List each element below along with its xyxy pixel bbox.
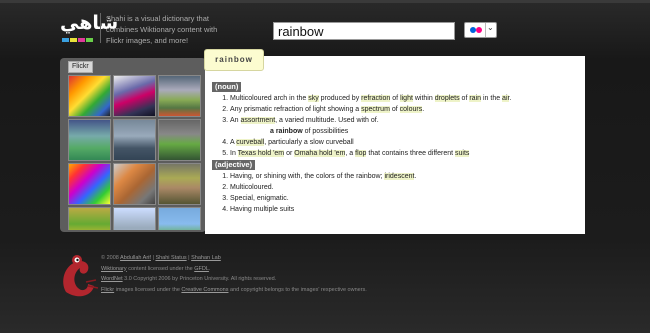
def-text: of [389,106,400,113]
thumbnail[interactable] [158,207,201,230]
image-source-selector[interactable]: ⌄ [464,22,497,38]
def-text: produced by [318,95,362,102]
footer-link[interactable]: WordNet [101,276,123,282]
def-text: . [509,95,512,102]
chevron-down-icon: ⌄ [487,23,494,32]
footer-link[interactable]: Shahi Status [155,255,186,261]
logo-bar-blue [62,38,69,42]
footer-link[interactable]: Shahan Lab [191,255,221,261]
noun-definitions: Multicoloured arch in the sky produced b… [212,93,582,159]
adjective-definitions: Having, or shining with, the colors of t… [212,171,582,215]
thumbnail[interactable] [68,119,111,161]
footer-link[interactable]: Flickr [101,287,114,293]
def-text: , particularly a slow curveball [264,139,354,146]
definitions: (noun) Multicoloured arch in the sky pro… [212,82,582,216]
thumbnail[interactable] [68,163,111,205]
def-text: Any prismatic refraction of light showin… [230,106,362,113]
footer-text: 3.0 Copyright 2006 by Princeton Universi… [122,276,277,282]
definition-item: Special, enigmatic. [230,193,582,204]
top-border [0,0,650,3]
definition-item: Multicoloured. [230,182,582,193]
def-text: An [230,117,241,124]
word-link[interactable]: droplets [434,95,460,102]
def-text: or [284,150,295,157]
def-text: , a [345,150,356,157]
flickr-icon-dot [476,27,482,33]
word-link[interactable]: refraction [361,95,391,102]
logo-bar-green [86,38,93,42]
footer-line: © 2008 Abdullah Arif | Shahi Status | Sh… [101,253,367,264]
definition-item: Multicoloured arch in the sky produced b… [230,93,582,104]
example-bold: a rainbow [270,128,303,135]
example-text: of possibilities [302,128,349,135]
def-text: , a varied multitude. Used with of. [275,117,379,124]
definition-item: In Texas hold 'em or Omaha hold 'em, a f… [230,148,582,159]
shahi-logo[interactable]: شاهي [60,12,119,46]
word-link[interactable]: rain [469,95,482,102]
footer-line: WordNet 3.0 Copyright 2006 by Princeton … [101,274,367,285]
usage-example: a rainbow of possibilities [230,126,582,137]
def-text: Multicoloured arch in the [230,95,309,102]
def-text: of [459,95,470,102]
word-link[interactable]: Omaha hold 'em [294,150,346,157]
footer-line: Flickr images licensed under the Creativ… [101,285,367,296]
definition-item: An assortment, a varied multitude. Used … [230,115,582,137]
footer-text: and copyright belongs to the images' res… [228,286,367,293]
header-divider [100,13,101,43]
word-link[interactable]: suits [455,150,470,157]
footer-line: Wiktionary content licensed under the GF… [101,264,367,275]
thumbnail-grid [68,75,204,230]
definition-item: A curveball, particularly a slow curveba… [230,137,582,148]
definition-item: Having, or shining with, the colors of t… [230,171,582,182]
pos-label-adjective: (adjective) [212,160,256,170]
word-link[interactable]: light [400,95,413,102]
word-link[interactable]: flop [355,150,367,157]
thumbnail[interactable] [158,119,201,161]
def-text: of [390,95,401,102]
search-input[interactable] [273,22,455,40]
word-link[interactable]: sky [308,95,319,102]
gallery-tab-flickr[interactable]: Flickr [68,61,93,73]
thumbnail[interactable] [113,119,156,161]
pos-label-noun: (noun) [212,82,242,92]
word-tab: rainbow [204,49,264,71]
def-text: . [414,173,417,180]
word-link[interactable]: assortment [240,117,276,124]
def-text: In [230,150,238,157]
word-link[interactable]: curveball [236,139,265,146]
footer-link[interactable]: Abdullah Arif [120,255,151,261]
thumbnail[interactable] [158,163,201,205]
footer-link[interactable]: Creative Commons [181,287,228,293]
thumbnail[interactable] [113,163,156,205]
word-link[interactable]: spectrum [361,106,390,113]
footer-text: content licensed under the [126,265,195,272]
selector-divider [485,23,486,37]
thumbnail[interactable] [68,75,111,117]
def-text: Having, or shining with, the colors of t… [230,173,385,180]
footer-link[interactable]: Wiktionary [101,266,127,272]
footer-text: . [208,265,211,272]
logo-bar-pink [78,38,85,42]
tagline: Shahi is a visual dictionary that combin… [106,14,218,45]
thumbnail[interactable] [68,207,111,230]
footer-text: images licensed under the [114,286,182,293]
thumbnail[interactable] [158,75,201,117]
def-text: . [422,106,425,113]
mascot-icon [63,255,99,297]
logo-color-bars [62,38,93,42]
def-text: that contains three different [366,150,456,157]
word-link[interactable]: Texas hold 'em [237,150,285,157]
def-text: within [412,95,435,102]
thumbnail[interactable] [113,207,156,230]
footer-link[interactable]: GFDL [194,266,209,272]
definition-item: Any prismatic refraction of light showin… [230,104,582,115]
thumbnail[interactable] [113,75,156,117]
logo-bar-yellow [70,38,77,42]
word-link[interactable]: colours [399,106,423,113]
footer: © 2008 Abdullah Arif | Shahi Status | Sh… [101,253,367,295]
footer-text: © 2008 [101,255,121,261]
def-text: in the [481,95,503,102]
definition-item: Having multiple suits [230,204,582,215]
word-link[interactable]: iridescent [384,173,415,180]
